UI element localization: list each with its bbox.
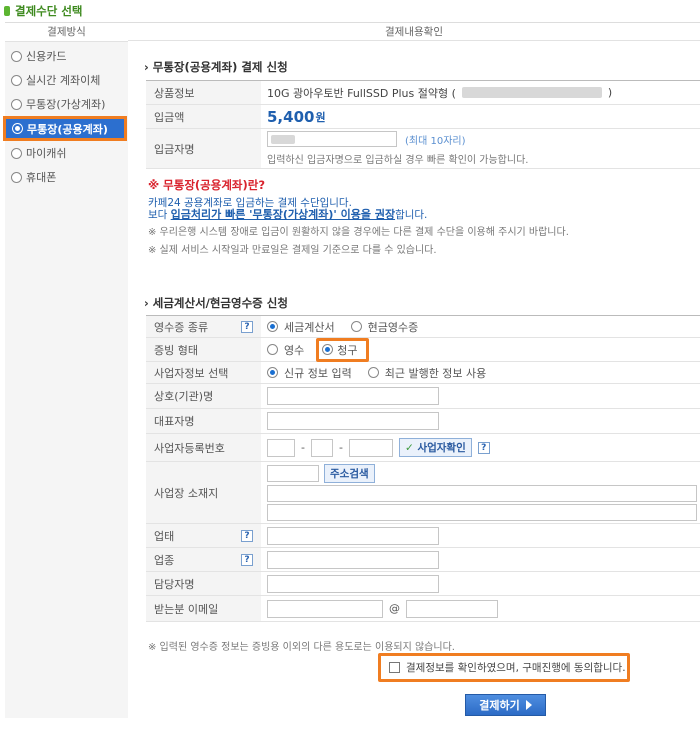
receipt-type-row: 영수증 종류? 세금계산서 현금영수증 — [146, 316, 700, 338]
agree-highlight: 결제정보를 확인하였으며, 구매진행에 동의합니다. — [378, 653, 630, 682]
payment-method-sidebar: 결제방식 신용카드 실시간 계좌이체 무통장(가상계좌) 무통장(공용계좌) 마… — [3, 22, 128, 718]
ceo-input[interactable] — [267, 412, 439, 430]
ceo-row: 대표자명 — [146, 409, 700, 434]
business-type-label: 업태 — [154, 529, 175, 543]
regno-label: 사업자등록번호 — [154, 441, 225, 455]
product-value: 10G 광아우토반 FullSSD Plus 절약형 ( ) — [267, 86, 613, 100]
page-title: 결제수단 선택 — [15, 4, 83, 18]
regno-input-1[interactable] — [267, 438, 295, 457]
radio-recent-info[interactable] — [367, 367, 379, 378]
info-note-1: ※ 우리은행 시스템 장애로 입금이 원활하지 않을 경우에는 다른 결제 수단… — [148, 227, 569, 238]
submit-payment-button[interactable]: 결제하기 — [465, 694, 546, 716]
email-label: 받는분 이메일 — [154, 602, 219, 616]
sidebar-item-virtual-account[interactable]: 무통장(가상계좌) — [5, 92, 128, 116]
depositor-name-input[interactable] — [267, 131, 397, 147]
business-item-row: 업종? — [146, 548, 700, 572]
main-header: 결제내용확인 — [128, 22, 700, 41]
sidebar-item-realtime-transfer[interactable]: 실시간 계좌이체 — [5, 68, 128, 92]
radio-new-info[interactable] — [267, 367, 278, 378]
sidebar-item-mycash[interactable]: 마이캐쉬 — [5, 141, 128, 165]
sidebar-item-shared-account[interactable]: 무통장(공용계좌) — [3, 116, 127, 141]
info-note-2: ※ 실제 서비스 시작일과 만료일은 결제일 기준으로 다를 수 있습니다. — [148, 245, 437, 256]
company-input[interactable] — [267, 387, 439, 405]
radio-cash-receipt[interactable] — [350, 321, 362, 332]
agree-label: 결제정보를 확인하였으며, 구매진행에 동의합니다. — [406, 662, 626, 674]
business-item-label: 업종 — [154, 553, 175, 567]
address-input-1[interactable] — [267, 485, 697, 502]
business-item-input[interactable] — [267, 550, 439, 569]
info-line-2: 보다 입금처리가 빠른 '무통장(가상계좌)' 이용을 권장합니다. — [148, 208, 428, 221]
biz-select-label: 사업자정보 선택 — [154, 366, 229, 380]
regno-row: 사업자등록번호 - - ✓ 사업자확인 ? — [146, 434, 700, 462]
info-title: ※ 무통장(공용계좌)란? — [148, 178, 266, 192]
title-bullet-icon — [4, 6, 10, 16]
amount-label: 입금액 — [146, 105, 261, 128]
check-icon: ✓ — [404, 442, 414, 454]
receipt-footnote: ※ 입력된 영수증 정보는 증빙용 이외의 다른 용도로는 이용되지 않습니다. — [148, 642, 455, 653]
proof-claim-highlight: 청구 — [316, 337, 369, 362]
sidebar-header: 결제방식 — [5, 23, 128, 42]
address-label: 사업장 소재지 — [154, 486, 219, 500]
amount-value: 5,400 원 — [267, 107, 326, 126]
proof-type-row: 증빙 형태 영수 청구 — [146, 337, 700, 362]
manager-input[interactable] — [267, 574, 439, 593]
product-row: 상품정보 10G 광아우토반 FullSSD Plus 절약형 ( ) — [146, 81, 700, 105]
help-icon[interactable]: ? — [241, 529, 253, 542]
radio-tax-invoice[interactable] — [267, 321, 278, 332]
radio-icon[interactable] — [11, 171, 22, 183]
depositor-label: 입금자명 — [146, 129, 261, 168]
regno-input-3[interactable] — [348, 438, 393, 457]
depositor-limit-hint: (최대 10자리) — [405, 135, 466, 147]
radio-receipt[interactable] — [267, 344, 278, 355]
help-icon[interactable]: ? — [241, 553, 253, 566]
depositor-note: 입력하신 입금자명으로 입금하실 경우 빠른 확인이 가능합니다. — [267, 155, 529, 166]
redacted-domain — [461, 87, 602, 98]
radio-icon[interactable] — [11, 98, 22, 110]
radio-icon[interactable] — [11, 50, 22, 62]
address-input-2[interactable] — [267, 504, 697, 521]
amount-row: 입금액 5,400 원 — [146, 105, 700, 129]
sidebar-item-credit-card[interactable]: 신용카드 — [5, 44, 128, 68]
radio-icon[interactable] — [11, 74, 22, 86]
radio-claim[interactable] — [322, 344, 334, 355]
email-domain-input[interactable] — [406, 599, 498, 618]
proof-type-label: 증빙 형태 — [154, 343, 198, 357]
redacted-depositor-name — [271, 135, 295, 144]
product-label: 상품정보 — [146, 81, 261, 104]
receipt-table: 영수증 종류? 세금계산서 현금영수증 증빙 형태 영수 청구 사업자정보 선택… — [146, 315, 700, 622]
manager-row: 담당자명 — [146, 572, 700, 596]
verify-business-button[interactable]: ✓ 사업자확인 — [398, 438, 472, 457]
deposit-section-title: › 무통장(공용계좌) 결제 신청 — [144, 60, 288, 74]
radio-selected-icon[interactable] — [12, 123, 23, 134]
address-search-button[interactable]: 주소검색 — [324, 464, 375, 483]
help-icon[interactable]: ? — [477, 441, 490, 454]
page-title-bar: 결제수단 선택 — [0, 0, 700, 22]
business-type-row: 업태? — [146, 524, 700, 548]
company-row: 상호(기관)명 — [146, 384, 700, 409]
address-row: 사업장 소재지 주소검색 — [146, 462, 700, 524]
email-local-input[interactable] — [267, 599, 383, 618]
regno-input-2[interactable] — [310, 438, 333, 457]
biz-select-row: 사업자정보 선택 신규 정보 입력 최근 발행한 정보 사용 — [146, 362, 700, 384]
receipt-type-label: 영수증 종류 — [154, 320, 209, 334]
depositor-row: 입금자명 (최대 10자리) 입력하신 입금자명으로 입금하실 경우 빠른 확인… — [146, 129, 700, 169]
ceo-label: 대표자명 — [154, 415, 195, 428]
company-label: 상호(기관)명 — [154, 390, 214, 403]
receipt-section-title: › 세금계산서/현금영수증 신청 — [144, 296, 288, 310]
radio-icon[interactable] — [11, 147, 22, 159]
manager-label: 담당자명 — [154, 577, 195, 591]
deposit-table: 상품정보 10G 광아우토반 FullSSD Plus 절약형 ( ) 입금액 … — [146, 80, 700, 169]
email-row: 받는분 이메일 @ — [146, 596, 700, 622]
business-type-input[interactable] — [267, 526, 439, 545]
help-icon[interactable]: ? — [241, 320, 253, 333]
agree-checkbox[interactable] — [389, 662, 400, 673]
sidebar-item-mobile[interactable]: 휴대폰 — [5, 165, 128, 189]
zipcode-input[interactable] — [267, 465, 319, 482]
arrow-right-icon — [525, 700, 532, 710]
